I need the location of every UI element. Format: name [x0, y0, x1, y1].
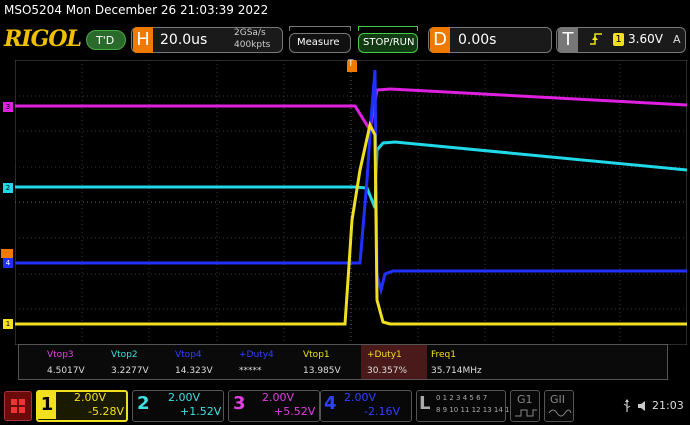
- measurement-name: +Duty1: [367, 350, 402, 360]
- mode-badge[interactable]: T'D: [86, 30, 126, 50]
- measurement-panel[interactable]: Vtop3 4.5017V Vtop2 3.2277V Vtop4 14.323…: [18, 344, 668, 380]
- generator-1-button[interactable]: G1: [510, 390, 540, 422]
- trigger-position-marker[interactable]: T: [347, 59, 357, 72]
- measurement-value: 35.714MHz: [431, 366, 482, 376]
- measurement-value: 30.357%: [367, 366, 408, 376]
- ch2-trace: [15, 140, 688, 209]
- measurement-name: Freq1: [431, 350, 457, 360]
- ch1-trace: [15, 120, 687, 326]
- measurement-name: Vtop4: [175, 350, 202, 360]
- rigol-logo: RIGOL: [4, 26, 82, 52]
- measurement-value: 13.985V: [303, 366, 341, 376]
- ch1-offset: -5.28V: [88, 405, 124, 418]
- clock-display: 21:03: [652, 399, 684, 412]
- measure-button[interactable]: Measure: [289, 33, 351, 53]
- measurement-value: 4.5017V: [47, 366, 85, 376]
- mode-badge-label: T'D: [96, 34, 115, 47]
- usb-icon: [622, 398, 632, 412]
- ch4-marker-label: 4: [5, 259, 11, 267]
- ch4-marker[interactable]: 4: [3, 258, 13, 268]
- generator-1-label: G1: [517, 393, 533, 406]
- ch3-marker-label: 3: [5, 103, 11, 111]
- measurement-value: 14.323V: [175, 366, 213, 376]
- delay-value: 0.00s: [458, 32, 497, 48]
- delay-label: D: [430, 27, 450, 53]
- stop-run-tab-top: [358, 26, 418, 31]
- trigger-position-label: T: [348, 59, 354, 69]
- measure-button-label: Measure: [297, 37, 340, 48]
- trigger-level-marker[interactable]: [1, 249, 13, 258]
- ch3-trace: [15, 87, 688, 135]
- measurement-cell-vtop2: Vtop2 3.2277V: [83, 345, 149, 379]
- measurement-name: Vtop3: [47, 350, 74, 360]
- ch2-marker-label: 2: [5, 184, 11, 192]
- square-wave-icon: [515, 409, 537, 417]
- ch2-offset: +1.52V: [180, 405, 222, 418]
- stop-run-button-label: STOP/RUN: [363, 37, 415, 48]
- measurement-cell-duty1: +Duty1 30.357%: [361, 345, 427, 379]
- measurement-cell-vtop1: Vtop1 13.985V: [275, 345, 341, 379]
- menu-button[interactable]: [4, 391, 32, 421]
- ch4-number: 4: [324, 393, 337, 414]
- sine-wave-icon: [548, 409, 572, 417]
- ch1-number: 1: [38, 391, 56, 419]
- measurement-cell-freq1: Freq1 35.714MHz: [427, 345, 507, 379]
- generator-2-button[interactable]: GII: [544, 390, 574, 422]
- measurement-value: *****: [239, 366, 262, 376]
- trigger-level: 3.60V: [628, 32, 663, 46]
- logic-row1: 0 1 2 3 4 5 6 7: [436, 394, 488, 402]
- ch1-marker[interactable]: 1: [3, 319, 13, 329]
- timebase-value: 20.0us: [160, 32, 208, 48]
- grid-lines: [15, 60, 687, 345]
- horizontal-label: H: [133, 27, 153, 53]
- sample-rate: 2GSa/s: [234, 28, 266, 38]
- measurement-name: Vtop2: [111, 350, 138, 360]
- measurement-cell-vtop4: Vtop4 14.323V: [147, 345, 213, 379]
- ch3-marker[interactable]: 3: [3, 102, 13, 112]
- window-title: MSO5204 Mon December 26 21:03:39 2022: [4, 3, 269, 17]
- logic-row2: 8 9 10 11 12 13 14 15: [436, 406, 514, 414]
- measure-tab-top: [289, 26, 351, 31]
- grid-menu-icon: [11, 399, 25, 413]
- ch2-number: 2: [137, 393, 150, 414]
- measurement-cell-duty4: +Duty4 *****: [211, 345, 275, 379]
- ch1-scale: 2.00V: [74, 391, 107, 404]
- generator-2-label: GII: [550, 393, 566, 406]
- trigger-mode: A: [673, 33, 681, 46]
- ch4-scale: 2.00V: [344, 391, 377, 404]
- stop-run-button[interactable]: STOP/RUN: [358, 33, 418, 53]
- ch3-offset: +5.52V: [274, 405, 316, 418]
- ch2-scale: 2.00V: [168, 391, 201, 404]
- waveform-display[interactable]: [14, 59, 688, 346]
- speaker-icon[interactable]: [637, 398, 649, 412]
- rising-edge-icon: [590, 31, 602, 47]
- ch2-marker[interactable]: 2: [3, 183, 13, 193]
- ch3-number: 3: [233, 393, 246, 414]
- memory-depth: 400kpts: [234, 40, 271, 50]
- trigger-label: T: [558, 27, 578, 53]
- logic-label: L: [419, 393, 431, 414]
- measurement-name: +Duty4: [239, 350, 274, 360]
- ch3-scale: 2.00V: [262, 391, 295, 404]
- measurement-name: Vtop1: [303, 350, 330, 360]
- ch1-marker-label: 1: [5, 320, 11, 328]
- ch4-offset: -2.16V: [364, 405, 400, 418]
- trigger-source-badge: 1: [613, 33, 624, 46]
- measurement-cell-vtop3: Vtop3 4.5017V: [19, 345, 85, 379]
- measurement-value: 3.2277V: [111, 366, 149, 376]
